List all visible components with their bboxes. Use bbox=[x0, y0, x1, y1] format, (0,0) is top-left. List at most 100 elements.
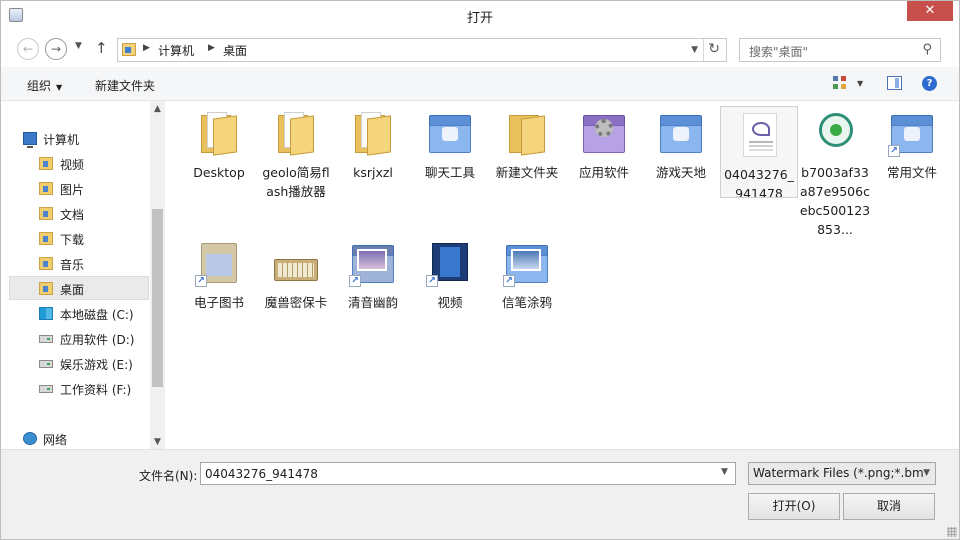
folder-icon bbox=[349, 109, 397, 157]
file-item-game-world[interactable]: 游戏天地 bbox=[643, 105, 719, 182]
file-item-videos-shortcut[interactable]: ↗ 视频 bbox=[412, 235, 488, 312]
sidebar-item-label: 计算机 bbox=[43, 133, 80, 147]
file-item-label: 应用软件 bbox=[578, 165, 629, 180]
sidebar-item-downloads[interactable]: 下载 bbox=[9, 227, 149, 251]
folder-icon bbox=[39, 207, 53, 220]
picture-shortcut-icon: ↗ bbox=[503, 239, 551, 287]
chevron-right-icon[interactable]: ▶ bbox=[208, 43, 215, 53]
help-icon[interactable]: ? bbox=[922, 76, 937, 91]
up-button[interactable]: ↑ bbox=[95, 39, 108, 57]
file-item-ebooks[interactable]: ↗ 电子图书 bbox=[181, 235, 257, 312]
scroll-down-icon[interactable]: ▼ bbox=[150, 437, 165, 447]
file-item-04043276[interactable]: 04043276_941478 bbox=[720, 106, 798, 201]
cancel-button[interactable]: 取消 bbox=[843, 493, 935, 520]
scrollbar-thumb[interactable] bbox=[152, 209, 163, 387]
sidebar-item-label: 本地磁盘 (C:) bbox=[60, 308, 134, 322]
filename-input[interactable] bbox=[200, 462, 736, 485]
breadcrumb-desktop[interactable]: 桌面 bbox=[223, 42, 247, 59]
folder-icon bbox=[39, 257, 53, 270]
folder-icon bbox=[39, 232, 53, 245]
folder-icon bbox=[503, 109, 551, 157]
image-thumbnail-icon bbox=[735, 111, 783, 159]
breadcrumb-computer[interactable]: 计算机 bbox=[158, 42, 194, 59]
change-view-icon[interactable] bbox=[833, 76, 847, 90]
file-item-app-software[interactable]: 应用软件 bbox=[566, 105, 642, 182]
file-item-label: 魔兽密保卡 bbox=[264, 295, 328, 310]
dialog-footer: 文件名(N): ▼ Watermark Files (*.png;*.bm ▼ … bbox=[1, 449, 959, 539]
sidebar-item-drive-e[interactable]: 娱乐游戏 (E:) bbox=[9, 352, 149, 376]
file-item-label: 清音幽韵 bbox=[347, 295, 398, 310]
blue-folder-icon bbox=[657, 109, 705, 157]
sidebar-item-drive-f[interactable]: 工作资料 (F:) bbox=[9, 377, 149, 401]
resize-grip[interactable] bbox=[947, 527, 957, 537]
file-item-label: 信笔涂鸦 bbox=[501, 295, 552, 310]
sidebar-item-music[interactable]: 音乐 bbox=[9, 252, 149, 276]
organize-button[interactable]: 组织 ▼ bbox=[27, 77, 62, 94]
refresh-icon[interactable]: ↻ bbox=[708, 41, 720, 57]
file-list: Desktop geolo简易flash播放器 ksrjxzl 聊天工具 新建文… bbox=[165, 101, 959, 449]
chevron-down-icon[interactable]: ▼ bbox=[691, 45, 698, 55]
sidebar-item-drive-c[interactable]: 本地磁盘 (C:) bbox=[9, 302, 149, 326]
address-bar[interactable]: ▶ 计算机 ▶ 桌面 ▼ ↻ bbox=[117, 38, 727, 62]
file-type-select[interactable]: Watermark Files (*.png;*.bm ▼ bbox=[748, 462, 936, 485]
chevron-down-icon[interactable]: ▼ bbox=[857, 79, 863, 88]
file-item-wow-security-card[interactable]: 魔兽密保卡 bbox=[258, 235, 334, 312]
navigation-pane: 计算机 视频 图片 文档 下载 音乐 桌面 本地磁盘 (C:) 应用软件 (D:… bbox=[1, 101, 165, 449]
file-item-new-folder[interactable]: 新建文件夹 bbox=[489, 105, 565, 182]
music-shortcut-icon: ↗ bbox=[349, 239, 397, 287]
title-bar: 打开 ✕ bbox=[1, 1, 959, 31]
file-item-label: 04043276_941478 bbox=[724, 167, 794, 201]
chevron-down-icon: ▼ bbox=[56, 83, 63, 92]
file-item-label: 聊天工具 bbox=[424, 165, 475, 180]
filename-label: 文件名(N): bbox=[139, 469, 198, 483]
sidebar-item-label: 工作资料 (F:) bbox=[60, 383, 132, 397]
sidebar-item-label: 桌面 bbox=[60, 283, 85, 297]
forward-button[interactable]: → bbox=[45, 38, 67, 60]
file-type-value: Watermark Files (*.png;*.bm bbox=[753, 466, 924, 480]
sidebar-item-label: 应用软件 (D:) bbox=[60, 333, 135, 347]
preview-pane-icon[interactable] bbox=[887, 76, 902, 90]
file-item-music-shortcut[interactable]: ↗ 清音幽韵 bbox=[335, 235, 411, 312]
sidebar-item-documents[interactable]: 文档 bbox=[9, 202, 149, 226]
open-button[interactable]: 打开(O) bbox=[748, 493, 840, 520]
file-item-label: 常用文件 bbox=[886, 165, 937, 180]
location-folder-icon bbox=[122, 43, 136, 56]
drive-icon bbox=[39, 360, 53, 368]
file-item-geolo-flash-player[interactable]: geolo简易flash播放器 bbox=[258, 105, 334, 201]
chevron-down-icon[interactable]: ▼ bbox=[923, 463, 930, 484]
recent-locations-dropdown[interactable]: ▼ bbox=[75, 41, 82, 51]
sidebar-item-pictures[interactable]: 图片 bbox=[9, 177, 149, 201]
sidebar-item-label: 下载 bbox=[60, 233, 85, 247]
file-item-common-files[interactable]: ↗ 常用文件 bbox=[874, 105, 950, 182]
search-input[interactable]: 搜索"桌面" bbox=[749, 43, 808, 60]
back-button[interactable]: ← bbox=[17, 38, 39, 60]
file-item-label: 新建文件夹 bbox=[495, 165, 559, 180]
sidebar-item-videos[interactable]: 视频 bbox=[9, 152, 149, 176]
file-item-desktop[interactable]: Desktop bbox=[181, 105, 257, 182]
sidebar-item-desktop[interactable]: 桌面 bbox=[9, 276, 149, 300]
search-icon[interactable]: ⚲ bbox=[922, 42, 932, 57]
video-shortcut-icon: ↗ bbox=[426, 239, 474, 287]
sidebar-item-network[interactable]: 网络 bbox=[21, 427, 161, 451]
sidebar-item-computer[interactable]: 计算机 bbox=[21, 127, 161, 151]
chevron-down-icon[interactable]: ▼ bbox=[721, 467, 728, 477]
folder-icon bbox=[39, 182, 53, 195]
search-box[interactable]: 搜索"桌面" ⚲ bbox=[739, 38, 941, 62]
file-item-label: 游戏天地 bbox=[655, 165, 706, 180]
chevron-right-icon[interactable]: ▶ bbox=[143, 43, 150, 53]
sidebar-scrollbar[interactable]: ▲ ▼ bbox=[150, 101, 165, 449]
folder-icon bbox=[272, 109, 320, 157]
command-toolbar: 组织 ▼ 新建文件夹 ▼ ? bbox=[1, 67, 959, 101]
sidebar-item-drive-d[interactable]: 应用软件 (D:) bbox=[9, 327, 149, 351]
file-item-ksrjxzl[interactable]: ksrjxzl bbox=[335, 105, 411, 182]
ebook-shortcut-icon: ↗ bbox=[195, 239, 243, 287]
windows-drive-icon bbox=[39, 307, 53, 320]
file-item-chat-tools[interactable]: 聊天工具 bbox=[412, 105, 488, 182]
scroll-up-icon[interactable]: ▲ bbox=[150, 104, 165, 114]
file-item-doodles[interactable]: ↗ 信笔涂鸦 bbox=[489, 235, 565, 312]
new-folder-button[interactable]: 新建文件夹 bbox=[95, 77, 155, 94]
navigation-bar: ← → ▼ ↑ ▶ 计算机 ▶ 桌面 ▼ ↻ 搜索"桌面" ⚲ bbox=[1, 31, 959, 67]
close-button[interactable]: ✕ bbox=[907, 1, 953, 21]
shortcut-arrow-icon: ↗ bbox=[888, 145, 900, 157]
file-item-b7003af3[interactable]: b7003af33a87e9506cebc500123853... bbox=[797, 105, 873, 239]
